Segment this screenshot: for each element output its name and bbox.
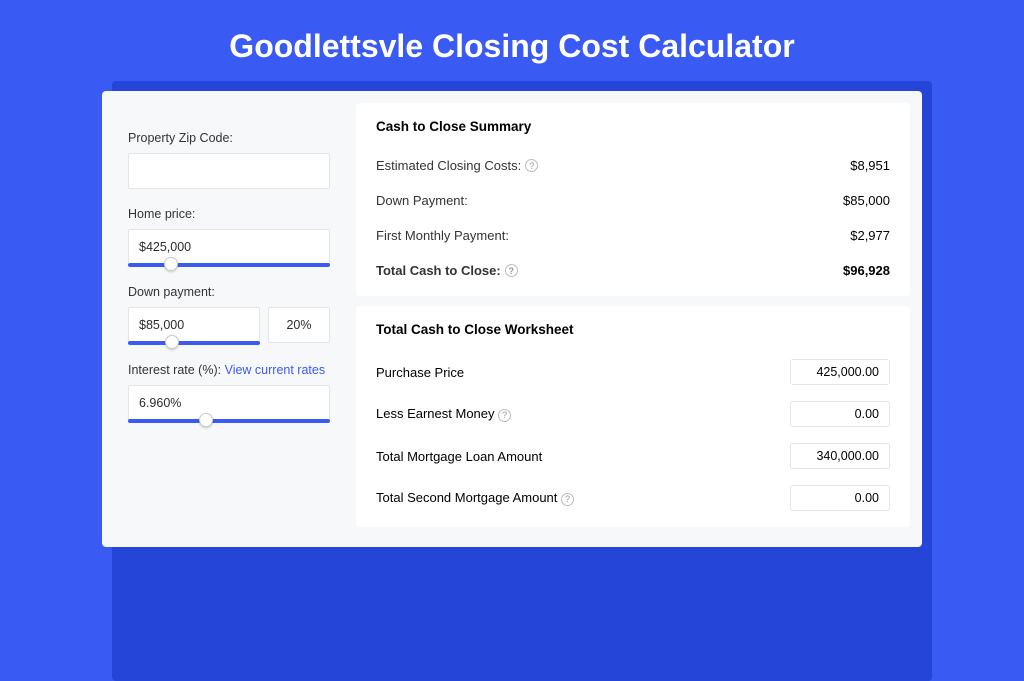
summary-row: Down Payment: $85,000 — [376, 183, 890, 218]
sidebar: Property Zip Code: Home price: $425,000 … — [114, 103, 344, 527]
summary-value: $8,951 — [850, 158, 890, 173]
worksheet-key: Total Mortgage Loan Amount — [376, 449, 542, 464]
summary-key: Total Cash to Close: ? — [376, 263, 518, 278]
worksheet-row: Total Mortgage Loan Amount 340,000.00 — [376, 435, 890, 477]
summary-row: First Monthly Payment: $2,977 — [376, 218, 890, 253]
help-icon[interactable]: ? — [498, 409, 511, 422]
summary-value: $85,000 — [843, 193, 890, 208]
summary-panel: Cash to Close Summary Estimated Closing … — [356, 103, 910, 296]
field-home-price: Home price: $425,000 — [128, 207, 330, 267]
summary-header: Cash to Close Summary — [376, 119, 890, 134]
worksheet-panel: Total Cash to Close Worksheet Purchase P… — [356, 306, 910, 527]
field-interest-rate: Interest rate (%): View current rates 6.… — [128, 363, 330, 423]
worksheet-row: Total Second Mortgage Amount ? 0.00 — [376, 477, 890, 519]
worksheet-row: Purchase Price 425,000.00 — [376, 351, 890, 393]
worksheet-value[interactable]: 425,000.00 — [790, 359, 890, 385]
zip-input[interactable] — [128, 153, 330, 189]
interest-rate-label: Interest rate (%): View current rates — [128, 363, 330, 377]
summary-value: $96,928 — [843, 263, 890, 278]
worksheet-key: Purchase Price — [376, 365, 464, 380]
field-zip: Property Zip Code: — [128, 131, 330, 189]
home-price-slider[interactable] — [128, 263, 330, 267]
interest-rate-slider[interactable] — [128, 419, 330, 423]
down-payment-pct-input[interactable]: 20% — [268, 307, 330, 343]
slider-thumb-icon[interactable] — [164, 257, 178, 271]
worksheet-value[interactable]: 0.00 — [790, 485, 890, 511]
slider-thumb-icon[interactable] — [165, 335, 179, 349]
field-down-payment: Down payment: $85,000 20% — [128, 285, 330, 345]
down-payment-label: Down payment: — [128, 285, 330, 299]
help-icon[interactable]: ? — [505, 264, 518, 277]
view-rates-link[interactable]: View current rates — [225, 363, 326, 377]
interest-rate-input[interactable]: 6.960% — [128, 385, 330, 421]
worksheet-key: Total Second Mortgage Amount ? — [376, 490, 574, 506]
summary-key: First Monthly Payment: — [376, 228, 509, 243]
summary-row: Estimated Closing Costs: ? $8,951 — [376, 148, 890, 183]
worksheet-header: Total Cash to Close Worksheet — [376, 322, 890, 337]
home-price-label: Home price: — [128, 207, 330, 221]
help-icon[interactable]: ? — [525, 159, 538, 172]
worksheet-value[interactable]: 340,000.00 — [790, 443, 890, 469]
worksheet-value[interactable]: 0.00 — [790, 401, 890, 427]
summary-value: $2,977 — [850, 228, 890, 243]
worksheet-row: Less Earnest Money ? 0.00 — [376, 393, 890, 435]
home-price-input[interactable]: $425,000 — [128, 229, 330, 265]
main-column: Cash to Close Summary Estimated Closing … — [356, 103, 910, 527]
summary-key: Down Payment: — [376, 193, 468, 208]
page-title: Goodlettsvle Closing Cost Calculator — [0, 0, 1024, 81]
worksheet-key: Less Earnest Money ? — [376, 406, 511, 422]
calculator-card: Property Zip Code: Home price: $425,000 … — [102, 91, 922, 547]
summary-key: Estimated Closing Costs: ? — [376, 158, 538, 173]
slider-thumb-icon[interactable] — [199, 413, 213, 427]
down-payment-input[interactable]: $85,000 — [128, 307, 260, 343]
zip-label: Property Zip Code: — [128, 131, 330, 145]
down-payment-slider[interactable] — [128, 341, 260, 345]
help-icon[interactable]: ? — [561, 493, 574, 506]
summary-row: Total Cash to Close: ? $96,928 — [376, 253, 890, 288]
